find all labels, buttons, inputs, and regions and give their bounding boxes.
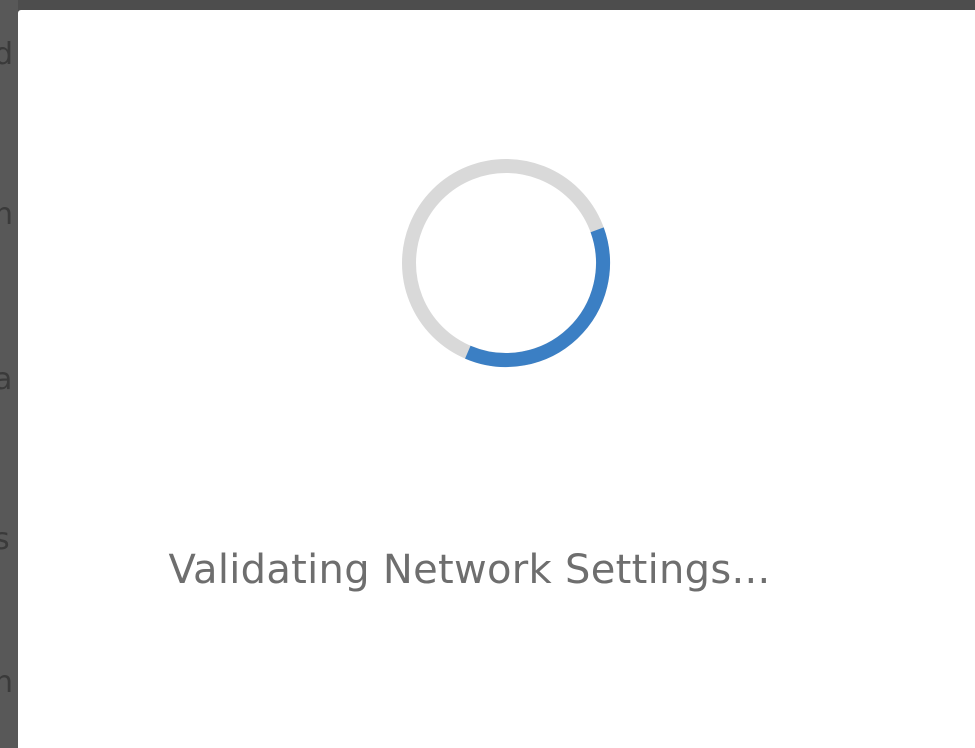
background-glyph: a — [0, 362, 13, 397]
spinner-arc — [465, 227, 610, 367]
background-glyph: n — [0, 197, 14, 232]
progress-dialog — [18, 10, 975, 748]
status-message: Validating Network Settings... — [168, 547, 771, 593]
background-page-edge: d n a s n — [0, 0, 18, 748]
loading-spinner-icon — [401, 158, 611, 368]
background-glyph: n — [0, 665, 14, 700]
background-glyph: d — [0, 37, 14, 72]
